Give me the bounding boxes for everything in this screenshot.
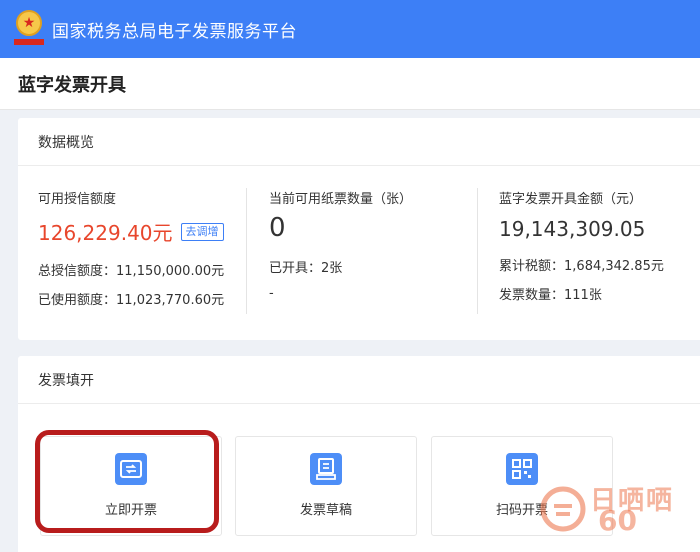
data-overview-card: 数据概览 可用授信额度 126,229.40元 去调增 总授信额度：11,150… bbox=[18, 118, 700, 340]
overview-section-title: 数据概览 bbox=[18, 118, 700, 166]
amount-value: 19,143,309.05 bbox=[499, 217, 646, 241]
used-credit-row: 已使用额度：11,023,770.60元 bbox=[38, 289, 224, 308]
paper-dash: - bbox=[269, 286, 274, 301]
tax-emblem-icon: ★ bbox=[14, 10, 44, 48]
paper-count-value: 0 bbox=[269, 213, 286, 243]
used-credit-value: 11,023,770.60元 bbox=[116, 293, 225, 308]
watermark-number: 60 bbox=[598, 504, 637, 537]
watermark-logo-icon bbox=[540, 486, 586, 532]
adjust-credit-button[interactable]: 去调增 bbox=[180, 222, 224, 241]
tax-value: 1,684,342.85元 bbox=[564, 259, 664, 274]
qr-code-icon bbox=[506, 453, 538, 485]
count-value: 111张 bbox=[564, 288, 602, 303]
divider bbox=[246, 188, 247, 314]
highlight-annotation bbox=[35, 430, 219, 533]
used-credit-label: 已使用额度： bbox=[38, 293, 117, 308]
page-header: 蓝字发票开具 bbox=[0, 58, 700, 110]
total-credit-row: 总授信额度：11,150,000.00元 bbox=[38, 260, 224, 279]
available-credit-value: 126,229.40元 bbox=[38, 221, 173, 245]
paper-stat: 当前可用纸票数量（张） 0 已开具：2张 - bbox=[269, 188, 412, 301]
amount-label: 蓝字发票开具金额（元） bbox=[499, 192, 643, 207]
page-title: 蓝字发票开具 bbox=[18, 74, 126, 96]
credit-label: 可用授信额度 bbox=[38, 192, 117, 207]
total-credit-value: 11,150,000.00元 bbox=[116, 264, 225, 279]
divider bbox=[477, 188, 478, 314]
count-label: 发票数量： bbox=[499, 288, 565, 303]
tax-label: 累计税额： bbox=[499, 259, 565, 274]
invoice-draft-icon bbox=[310, 453, 342, 485]
invoice-draft-tile[interactable]: 发票草稿 bbox=[235, 436, 417, 536]
invoice-draft-label: 发票草稿 bbox=[299, 503, 352, 518]
paper-label: 当前可用纸票数量（张） bbox=[269, 192, 413, 207]
tax-row: 累计税额：1,684,342.85元 bbox=[499, 255, 664, 274]
issued-label: 已开具： bbox=[269, 261, 322, 276]
watermark: 日哂哂 60 bbox=[540, 480, 680, 540]
top-bar: ★ 国家税务总局电子发票服务平台 bbox=[0, 0, 700, 58]
issue-section-title: 发票填开 bbox=[18, 356, 700, 404]
platform-title: 国家税务总局电子发票服务平台 bbox=[52, 21, 297, 42]
issued-value: 2张 bbox=[321, 261, 343, 276]
total-credit-label: 总授信额度： bbox=[38, 264, 117, 279]
credit-stat: 可用授信额度 126,229.40元 去调增 总授信额度：11,150,000.… bbox=[38, 188, 224, 308]
issued-row: 已开具：2张 bbox=[269, 257, 412, 276]
credit-value-row: 126,229.40元 去调增 bbox=[38, 217, 224, 246]
count-row: 发票数量：111张 bbox=[499, 284, 664, 303]
amount-stat: 蓝字发票开具金额（元） 19,143,309.05 累计税额：1,684,342… bbox=[499, 188, 664, 303]
